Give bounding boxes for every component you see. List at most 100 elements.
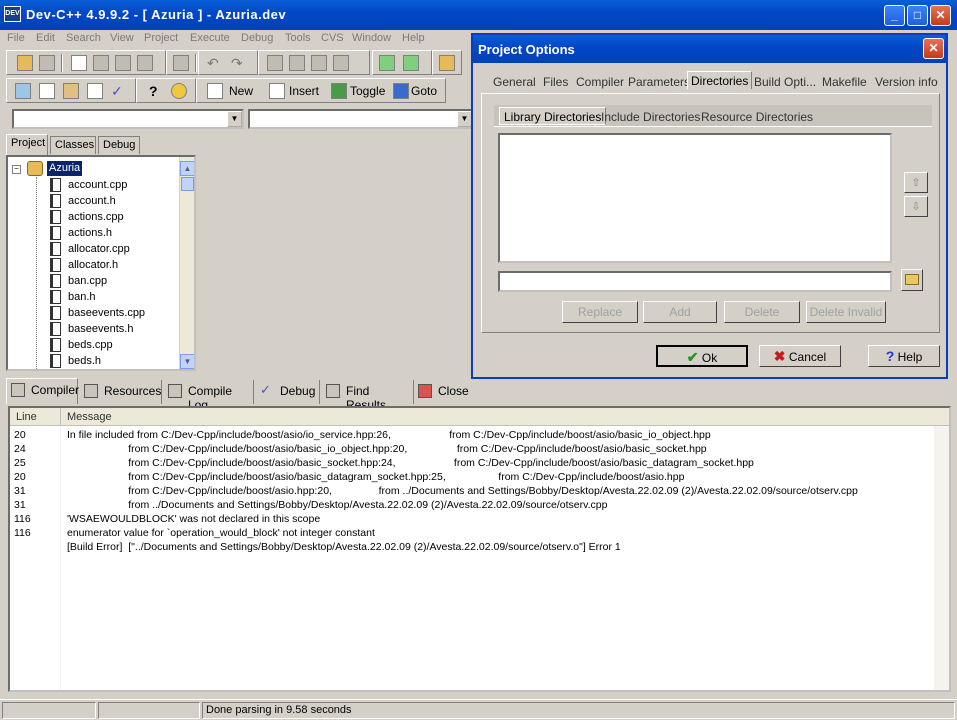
tab-version-info[interactable]: Version info xyxy=(875,73,938,91)
scroll-down-icon[interactable]: ▼ xyxy=(180,354,194,369)
insert-button[interactable]: Insert xyxy=(289,84,319,98)
message-row[interactable]: 116 enumerator value for `operation_would… xyxy=(10,526,935,540)
tab-resources[interactable]: Resources xyxy=(80,380,162,404)
menu-execute[interactable]: Execute xyxy=(190,32,230,44)
classes-icon[interactable] xyxy=(39,55,55,71)
project-options-icon[interactable] xyxy=(439,55,455,71)
tree-item[interactable]: beds.h xyxy=(50,353,101,369)
tab-build-options[interactable]: Build Opti... xyxy=(754,73,816,91)
tree-scrollbar[interactable]: ▲ ▼ xyxy=(179,157,194,369)
rebuild-icon[interactable] xyxy=(87,83,103,99)
find-icon[interactable] xyxy=(311,55,327,71)
tab-library-directories[interactable]: Library Directories xyxy=(499,107,607,125)
member-combo[interactable]: ▼ xyxy=(248,109,474,129)
message-row[interactable]: 31 from C:/Dev-Cpp/include/boost/asio.hp… xyxy=(10,484,935,498)
tab-classes[interactable]: Classes xyxy=(50,136,96,154)
message-row[interactable]: [Build Error] ["../Documents and Setting… xyxy=(10,540,935,554)
print-icon[interactable] xyxy=(173,55,189,71)
tab-resource-directories[interactable]: Resource Directories xyxy=(701,108,813,126)
tree-item[interactable]: ban.h xyxy=(50,289,96,305)
menu-cvs[interactable]: CVS xyxy=(321,32,344,44)
message-row[interactable]: 24 from C:/Dev-Cpp/include/boost/asio/ba… xyxy=(10,442,935,456)
chevron-down-icon[interactable]: ▼ xyxy=(457,111,472,127)
open-icon[interactable] xyxy=(93,55,109,71)
insert-icon[interactable] xyxy=(269,83,285,99)
goto-bookmark-icon[interactable] xyxy=(393,83,409,99)
message-row[interactable]: 20 In file included from C:/Dev-Cpp/inclu… xyxy=(10,428,935,442)
directories-list[interactable] xyxy=(498,133,892,263)
tab-compile-log[interactable]: Compile Log xyxy=(164,380,254,412)
replace-button[interactable]: Replace xyxy=(562,301,638,323)
move-down-button[interactable]: ⇩ xyxy=(904,196,928,217)
scroll-thumb[interactable] xyxy=(181,177,194,191)
tab-find-results[interactable]: Find Results xyxy=(322,380,414,412)
project-icon[interactable] xyxy=(17,55,33,71)
column-line[interactable]: Line xyxy=(16,411,37,423)
menu-view[interactable]: View xyxy=(110,32,134,44)
delete-button[interactable]: Delete xyxy=(724,301,800,323)
browse-folder-button[interactable] xyxy=(901,269,923,291)
redo-icon[interactable]: ↷ xyxy=(231,55,247,71)
menu-search[interactable]: Search xyxy=(66,32,101,44)
app-icon[interactable]: DEV xyxy=(4,6,21,22)
save-icon[interactable] xyxy=(137,55,153,71)
tree-item[interactable]: baseevents.cpp xyxy=(50,305,145,321)
tab-general[interactable]: General xyxy=(493,73,536,91)
run-icon[interactable] xyxy=(39,83,55,99)
tab-project[interactable]: Project xyxy=(6,134,48,155)
tab-debug[interactable]: Debug xyxy=(98,136,140,154)
help-icon[interactable]: ? xyxy=(149,83,165,99)
tab-files[interactable]: Files xyxy=(543,73,568,91)
toggle-button[interactable]: Toggle xyxy=(350,84,385,98)
menu-debug[interactable]: Debug xyxy=(241,32,273,44)
delete-invalid-button[interactable]: Delete Invalid xyxy=(806,301,886,323)
dialog-close-button[interactable]: ✕ xyxy=(923,38,944,59)
new-icon[interactable] xyxy=(207,83,223,99)
tree-item[interactable]: ban.cpp xyxy=(50,273,107,289)
class-combo[interactable]: ▼ xyxy=(12,109,244,129)
directory-path-input[interactable] xyxy=(498,271,892,292)
undo-icon[interactable]: ↶ xyxy=(207,55,223,71)
replace-icon[interactable] xyxy=(333,55,349,71)
tab-debug-output[interactable]: ✓ Debug xyxy=(256,380,320,404)
ok-button[interactable]: ✔ Ok xyxy=(656,345,748,367)
remove-from-project-icon[interactable] xyxy=(403,55,419,71)
collapse-icon[interactable]: − xyxy=(12,165,21,174)
unindent-icon[interactable] xyxy=(289,55,305,71)
compiler-messages[interactable]: Line Message 20 In file included from C:/… xyxy=(8,406,951,692)
compile-icon[interactable] xyxy=(15,83,31,99)
add-to-project-icon[interactable] xyxy=(379,55,395,71)
message-row[interactable]: 31 from ../Documents and Settings/Bobby/… xyxy=(10,498,935,512)
tree-item[interactable]: actions.cpp xyxy=(50,209,124,225)
tab-makefile[interactable]: Makefile xyxy=(822,73,867,91)
tree-item[interactable]: account.h xyxy=(50,193,116,209)
menu-project[interactable]: Project xyxy=(144,32,178,44)
new-button[interactable]: New xyxy=(229,84,253,98)
tree-item[interactable]: account.cpp xyxy=(50,177,127,193)
compile-run-icon[interactable] xyxy=(63,83,79,99)
tree-item[interactable]: allocator.h xyxy=(50,257,118,273)
toggle-bookmark-icon[interactable] xyxy=(331,83,347,99)
menu-edit[interactable]: Edit xyxy=(36,32,55,44)
tree-item[interactable]: beds.cpp xyxy=(50,337,113,353)
maximize-button[interactable]: □ xyxy=(907,5,928,26)
tree-item[interactable]: actions.h xyxy=(50,225,112,241)
messages-scrollbar[interactable] xyxy=(934,426,949,690)
about-icon[interactable] xyxy=(171,83,187,99)
check-icon[interactable]: ✓ xyxy=(111,83,127,99)
tab-parameters[interactable]: Parameters xyxy=(628,73,690,91)
indent-icon[interactable] xyxy=(267,55,283,71)
message-row[interactable]: 116 'WSAEWOULDBLOCK' was not declared in … xyxy=(10,512,935,526)
chevron-down-icon[interactable]: ▼ xyxy=(227,111,242,127)
close-button[interactable]: ✕ xyxy=(930,5,951,26)
tab-close[interactable]: Close xyxy=(414,380,472,404)
column-message[interactable]: Message xyxy=(67,411,112,423)
tab-compiler[interactable]: Compiler xyxy=(6,378,79,404)
save-all-icon[interactable] xyxy=(115,55,131,71)
menu-help[interactable]: Help xyxy=(402,32,425,44)
help-button[interactable]: ? Help xyxy=(868,345,940,367)
menu-file[interactable]: File xyxy=(7,32,25,44)
menu-tools[interactable]: Tools xyxy=(285,32,311,44)
scroll-up-icon[interactable]: ▲ xyxy=(180,161,194,176)
move-up-button[interactable]: ⇧ xyxy=(904,172,928,193)
